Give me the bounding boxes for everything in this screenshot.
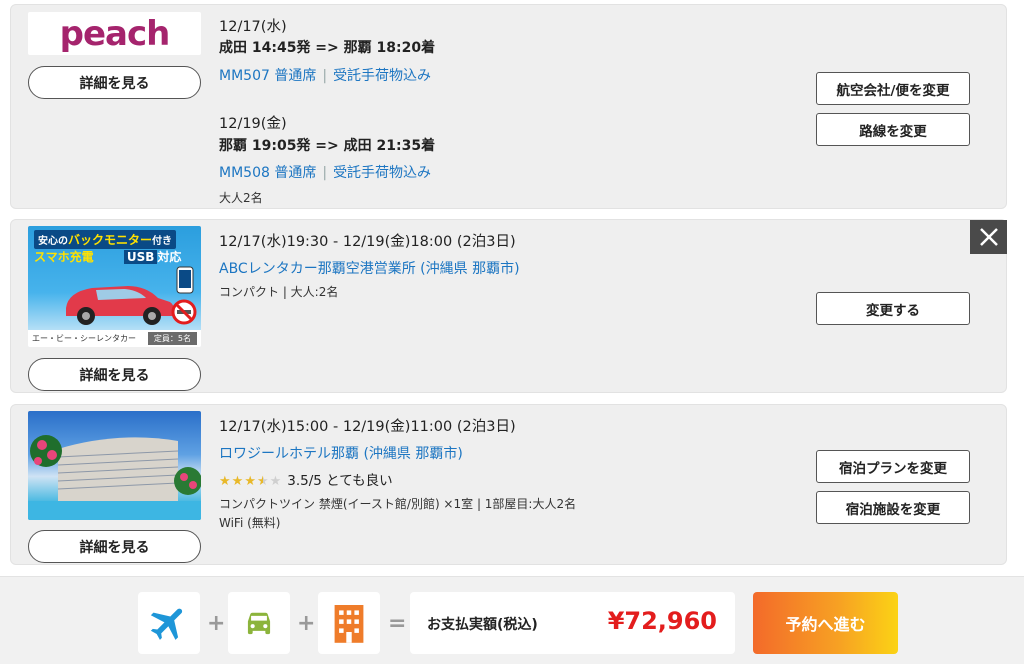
banner-footer: エー・ビー・シーレンタカー 定員：5名 [28, 330, 201, 347]
star-icon: ★ [244, 473, 256, 489]
banner-top-line: 安心のバックモニター付き [34, 230, 177, 249]
hotel-room: コンパクトツイン 禁煙(イースト館/別館) ×1室 | 1部屋目:大人2名 [219, 497, 577, 511]
separator: | [322, 165, 328, 181]
car-summary [228, 592, 290, 654]
star-icon: ★ [219, 473, 231, 489]
car-illustration-icon [66, 286, 175, 325]
star-icon: ★ [269, 473, 282, 489]
flight-summary [138, 592, 200, 654]
hotel-building-illustration [28, 435, 201, 520]
close-icon [979, 228, 998, 246]
banner-second-line: スマホ充電 USB 対応 [34, 248, 181, 265]
rental-card: 安心のバックモニター付き スマホ充電 USB 対応 エー・ビー・シーレンタカー 定… [10, 219, 1007, 393]
car-icon [247, 612, 271, 635]
banner-text: 対応 [157, 250, 182, 264]
banner-brand: エー・ビー・シーレンタカー [32, 334, 136, 343]
banner-text: バックモニター [68, 233, 153, 247]
outbound-baggage-link[interactable]: 受託手荷物込み [333, 68, 431, 84]
flight-card: peach 詳細を見る 12/17(水) 成田 14:45発 => 那覇 18:… [10, 4, 1007, 209]
rental-detail-button[interactable]: 詳細を見る [28, 358, 201, 391]
total-label: お支払実額(税込) [427, 617, 538, 633]
banner-text: USB [123, 250, 158, 264]
return-fare: MM508 普通席 | 受託手荷物込み [219, 162, 431, 182]
outbound-flight-link[interactable]: MM507 普通席 [219, 68, 316, 84]
banner-text: スマホ充電 [34, 250, 94, 264]
airplane-icon [150, 608, 183, 640]
rating-text: 3.5/5 とても良い [287, 473, 393, 489]
half-star-icon: ★ [256, 473, 269, 489]
equals-sign: = [388, 611, 407, 636]
rental-period: 12/17(水)19:30 - 12/19(金)18:00 (2泊3日) [219, 234, 516, 250]
return-date: 12/19(金) [219, 116, 287, 132]
change-plan-button[interactable]: 宿泊プランを変更 [816, 450, 970, 483]
hotel-rating: ★ ★ ★ ★ ★ 3.5/5 とても良い [219, 469, 393, 489]
rental-banner-image: 安心のバックモニター付き スマホ充電 USB 対応 エー・ビー・シーレンタカー 定… [28, 226, 201, 347]
building-icon [334, 605, 364, 643]
return-baggage-link[interactable]: 受託手荷物込み [333, 165, 431, 181]
hotel-wifi: WiFi (無料) [219, 516, 281, 530]
rental-office-link[interactable]: ABCレンタカー那覇空港営業所 (沖縄県 那覇市) [219, 258, 520, 278]
change-airline-button[interactable]: 航空会社/便を変更 [816, 72, 970, 105]
no-smoking-icon [171, 299, 197, 325]
total-price: ¥72,960 [607, 607, 717, 635]
peach-logo: peach [28, 12, 201, 55]
plus-sign: + [207, 611, 226, 636]
hotel-name-link[interactable]: ロワジールホテル那覇 (沖縄県 那覇市) [219, 443, 463, 463]
change-hotel-button[interactable]: 宿泊施設を変更 [816, 491, 970, 524]
outbound-fare: MM507 普通席 | 受託手荷物込み [219, 65, 431, 85]
smartphone-icon [176, 266, 194, 294]
banner-capacity: 定員：5名 [147, 332, 197, 345]
plus-sign: + [297, 611, 316, 636]
change-route-button[interactable]: 路線を変更 [816, 113, 970, 146]
return-route: 那覇 19:05発 => 成田 21:35着 [219, 138, 436, 154]
airline-logo-text: peach [59, 13, 171, 54]
banner-text: 付き [152, 236, 173, 247]
outbound-date: 12/17(水) [219, 19, 287, 35]
footer-bar: + + = お支払実額(税込) ¥72,960 予約へ進む [0, 576, 1024, 664]
flight-pax: 大人2名 [219, 191, 263, 205]
close-button[interactable] [970, 220, 1007, 254]
star-icon: ★ [231, 473, 244, 489]
outbound-route: 成田 14:45発 => 那覇 18:20着 [219, 40, 436, 56]
hotel-photo [28, 411, 201, 520]
total-box: お支払実額(税込) ¥72,960 [410, 592, 735, 654]
hotel-detail-button[interactable]: 詳細を見る [28, 530, 201, 563]
hotel-period: 12/17(水)15:00 - 12/19(金)11:00 (2泊3日) [219, 419, 516, 435]
proceed-to-booking-button[interactable]: 予約へ進む [753, 592, 898, 654]
rating-stars: ★ ★ ★ ★ ★ [219, 475, 281, 488]
hotel-card: 詳細を見る 12/17(水)15:00 - 12/19(金)11:00 (2泊3… [10, 404, 1007, 565]
banner-text: 安心の [38, 236, 68, 247]
rental-spec: コンパクト | 大人:2名 [219, 285, 339, 299]
hotel-summary [318, 592, 380, 654]
change-rental-button[interactable]: 変更する [816, 292, 970, 325]
flight-detail-button[interactable]: 詳細を見る [28, 66, 201, 99]
return-flight-link[interactable]: MM508 普通席 [219, 165, 316, 181]
separator: | [322, 68, 328, 84]
